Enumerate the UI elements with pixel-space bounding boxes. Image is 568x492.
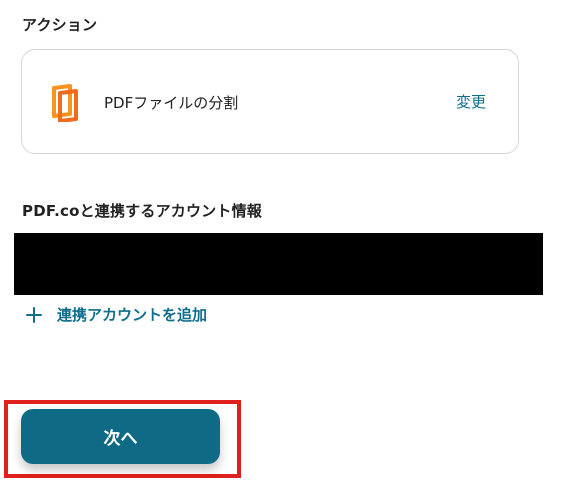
pdfco-document-icon (51, 84, 79, 123)
next-button[interactable]: 次へ (21, 409, 220, 464)
account-section-heading: PDF.coと連携するアカウント情報 (22, 202, 262, 220)
redacted-account-field (14, 233, 543, 295)
add-linked-account-button[interactable]: 連携アカウントを追加 (25, 304, 207, 325)
action-section-heading: アクション (22, 16, 98, 34)
action-card: PDFファイルの分割 変更 (21, 49, 519, 154)
action-name: PDFファイルの分割 (104, 94, 239, 112)
change-action-link[interactable]: 変更 (456, 91, 486, 112)
add-linked-account-label: 連携アカウントを追加 (57, 306, 208, 324)
plus-icon (25, 306, 43, 324)
